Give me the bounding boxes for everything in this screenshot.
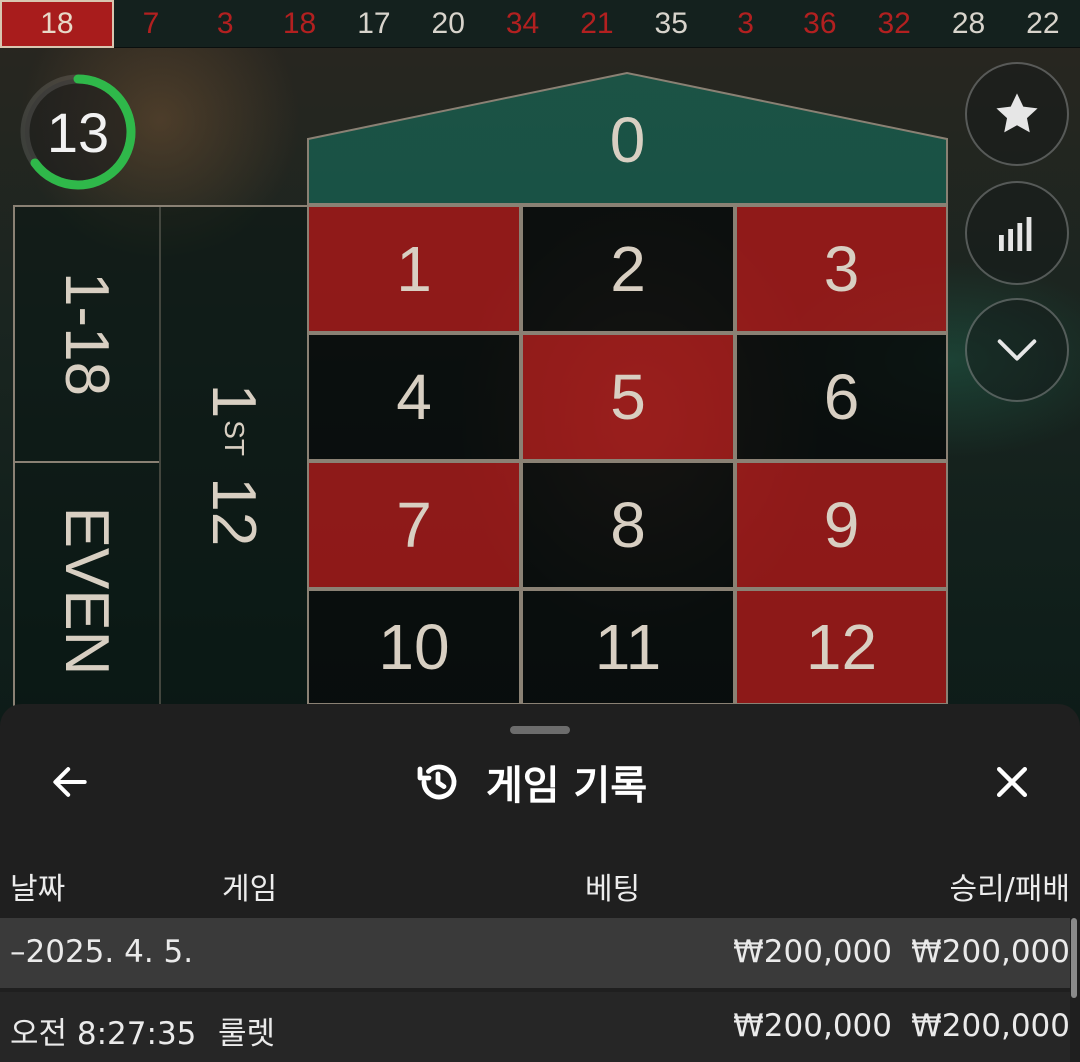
- bet-spot-number-6[interactable]: 6: [735, 333, 948, 461]
- statistics-button[interactable]: [965, 181, 1069, 285]
- zero-label: 0: [609, 104, 646, 176]
- history-result: 3: [216, 6, 234, 40]
- bet-spot-number-9[interactable]: 9: [735, 461, 948, 589]
- sheet-header: 게임 기록: [0, 742, 1080, 822]
- bet-spot-number-3[interactable]: 3: [735, 205, 948, 333]
- column-header-date: 날짜: [10, 872, 66, 907]
- history-result: 32: [877, 6, 911, 40]
- history-icon: [417, 764, 457, 800]
- bet-spot-1st-dozen-label: 1 ST 12: [200, 315, 269, 615]
- bet-spot-number-2[interactable]: 2: [521, 205, 735, 333]
- bet-spot-number-8[interactable]: 8: [521, 461, 735, 589]
- bet-spot-number-7[interactable]: 7: [307, 461, 521, 589]
- history-result: 35: [654, 6, 688, 40]
- sheet-title: 게임 기록: [486, 763, 648, 809]
- group-win-total: ₩200,000: [911, 934, 1070, 970]
- bet-spot-number-12[interactable]: 12: [735, 589, 948, 705]
- scrollbar[interactable]: [1071, 918, 1077, 998]
- history-latest-result: 18: [0, 0, 114, 48]
- history-result: 34: [505, 6, 540, 40]
- history-result: 3: [737, 6, 754, 40]
- history-result: 17: [357, 6, 391, 40]
- history-table-header: 날짜 게임 베팅 승리/패배: [0, 854, 1080, 910]
- sheet-title-group: 게임 기록: [414, 752, 647, 812]
- bet-spot-even-label: EVEN: [52, 506, 122, 676]
- row-time: 오전 8:27:35: [10, 1016, 197, 1052]
- history-result: 28: [951, 6, 986, 40]
- bet-spot-1-18-label: 1-18: [52, 271, 122, 397]
- number-grid: 1 2 3 4 5 6 7 8 9 10 11 12: [307, 205, 948, 705]
- column-header-result: 승리/패배: [949, 872, 1070, 907]
- history-result: 36: [803, 6, 837, 40]
- history-result: 20: [431, 6, 465, 40]
- column-header-bet: 베팅: [585, 872, 641, 907]
- sheet-drag-handle[interactable]: [510, 726, 570, 734]
- group-bet-total: ₩200,000: [733, 934, 892, 970]
- back-button[interactable]: [40, 752, 100, 812]
- dozen-label: 12: [199, 477, 269, 547]
- statistics-icon: [999, 217, 1032, 251]
- collapse-button[interactable]: [965, 298, 1069, 402]
- bet-spot-number-10[interactable]: 10: [307, 589, 521, 705]
- group-date: –2025. 4. 5.: [10, 934, 194, 970]
- bet-spot-number-5[interactable]: 5: [521, 333, 735, 461]
- close-button[interactable]: [982, 752, 1042, 812]
- chevron-down-icon: [997, 339, 1037, 361]
- history-result: 22: [1026, 6, 1060, 40]
- favorites-button[interactable]: [965, 62, 1069, 166]
- history-result: 7: [142, 6, 160, 40]
- bet-spot-number-4[interactable]: 4: [307, 333, 521, 461]
- bet-spot-number-11[interactable]: 11: [521, 589, 735, 705]
- result-history-strip: 18 7 3 18 17 20 34 21 35 3 36 32 28 22: [0, 0, 1080, 48]
- close-icon: [996, 766, 1028, 798]
- date-group-row[interactable]: –2025. 4. 5. ₩200,000 ₩200,000: [0, 918, 1070, 988]
- table-row[interactable]: 오전 8:27:35 룰렛 ₩200,000 ₩200,000: [0, 992, 1070, 1062]
- arrow-left-icon: [53, 767, 87, 797]
- timer-seconds: 13: [46, 100, 110, 164]
- row-game: 룰렛: [218, 1016, 276, 1052]
- game-history-sheet: 게임 기록 날짜 게임 베팅 승리/패배 –2025. 4. 5. ₩200,0…: [0, 704, 1080, 1062]
- row-bet: ₩200,000: [733, 1008, 892, 1044]
- dozen-number: 1: [199, 383, 269, 419]
- bet-spot-number-1[interactable]: 1: [307, 205, 521, 333]
- history-result: 18: [282, 6, 317, 40]
- countdown-timer: 13: [18, 72, 138, 192]
- row-win: ₩200,000: [911, 1008, 1070, 1044]
- star-icon: [996, 93, 1038, 133]
- dozen-suffix: ST: [219, 420, 250, 457]
- history-result: 21: [580, 6, 614, 40]
- column-header-game: 게임: [222, 872, 278, 907]
